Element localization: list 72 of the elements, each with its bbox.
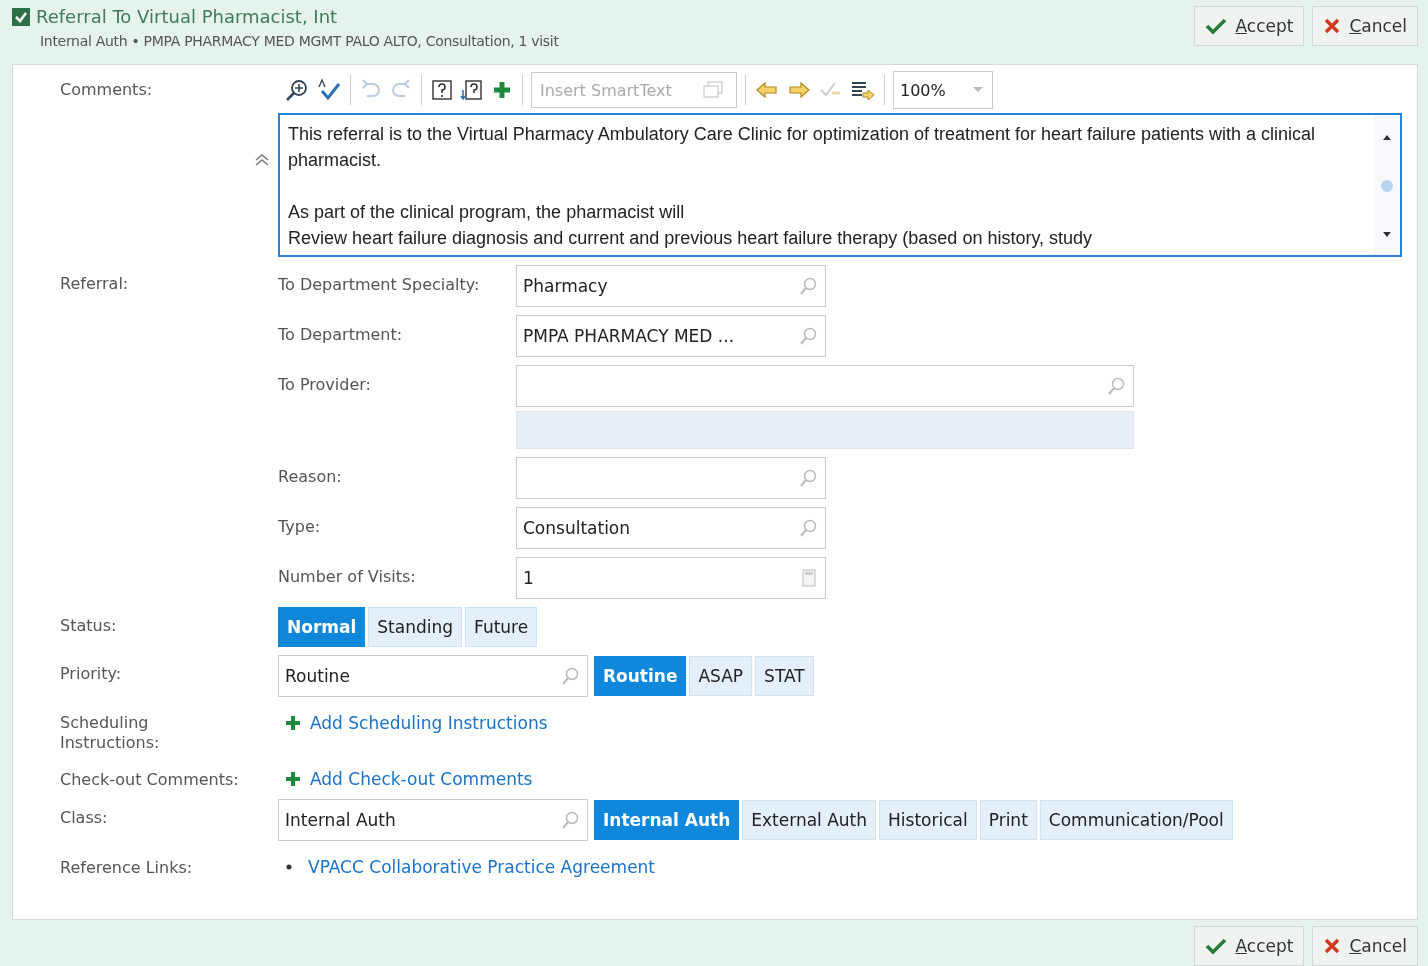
field-label: Reason: <box>278 466 343 488</box>
input-field[interactable]: 1 <box>516 557 826 599</box>
search-icon[interactable] <box>799 469 817 487</box>
field-label: Scheduling Instructions: <box>59 712 161 753</box>
class-toggle[interactable]: Internal Auth <box>594 800 740 840</box>
checkbox[interactable] <box>12 7 30 26</box>
field-label: Comments: <box>60 79 153 101</box>
field-label: Type: <box>278 516 322 538</box>
search-icon[interactable] <box>799 519 817 537</box>
caret-icon <box>972 86 984 94</box>
input-field[interactable]: Consultation <box>516 507 826 549</box>
field-label: To Department: <box>278 324 404 346</box>
field-label: To Provider: <box>278 374 372 396</box>
input-field[interactable] <box>516 457 826 499</box>
field-label: Status: <box>59 615 118 637</box>
collapse-icon[interactable] <box>254 153 270 167</box>
search-icon[interactable] <box>561 667 579 685</box>
help-field-icon[interactable] <box>430 78 454 102</box>
class-toggle[interactable]: Historical <box>879 800 977 840</box>
field-label: Check-out Comments: <box>59 769 240 791</box>
class-toggle[interactable]: External Auth <box>742 800 877 840</box>
scroll-thumb-icon[interactable] <box>1380 179 1394 193</box>
smarttext-field[interactable]: Insert SmartText <box>531 72 737 108</box>
comment-box[interactable]: This referral is to the Virtual Pharmacy Ambulatory Care Clinic for optimization of treatment for heart failure patients with a clinical pharmacist. As part of the clinical program, the pharmacist will Review heart failure diagnosis and current and previous heart failure therapy (based on history, study <box>278 113 1402 257</box>
input-field[interactable]: Pharmacy <box>516 265 826 307</box>
priority-toggle[interactable]: STAT <box>755 656 814 696</box>
zoom-dropdown[interactable]: 100% <box>893 71 993 109</box>
field-label: Number of Visits: <box>278 566 417 588</box>
spellcheck-icon[interactable] <box>316 78 342 102</box>
plus-icon <box>284 714 302 732</box>
close-icon <box>1323 937 1342 955</box>
scrollbar[interactable] <box>1374 115 1400 255</box>
field-label: Class: <box>59 807 109 829</box>
order-title: Referral To Virtual Pharmacist, Int <box>36 6 338 27</box>
search-icon[interactable] <box>1107 377 1125 395</box>
class-toggle[interactable]: Communication/Pool <box>1039 800 1233 840</box>
field-label: To Department Specialty: <box>278 274 481 296</box>
status-toggle[interactable]: Future <box>465 607 538 647</box>
status-toggle[interactable]: Standing <box>368 607 463 647</box>
help-list-icon[interactable] <box>460 78 484 102</box>
add-link[interactable]: Add Check-out Comments <box>278 761 533 789</box>
field-label: Referral: <box>59 273 130 295</box>
close-icon <box>1323 17 1342 35</box>
bullet-icon <box>286 864 292 870</box>
input-field[interactable]: Routine <box>278 655 588 697</box>
priority-toggle[interactable]: ASAP <box>689 656 753 696</box>
checkmark-icon <box>1205 17 1228 35</box>
checkmark-icon <box>1205 937 1228 955</box>
cancel-button[interactable]: Cancel <box>1312 926 1418 966</box>
field-label: Priority: <box>59 663 123 685</box>
windows-icon <box>702 80 724 100</box>
scroll-up-icon[interactable] <box>1382 133 1392 141</box>
input-field[interactable]: PMPA PHARMACY MED ... <box>516 315 826 357</box>
plus-icon <box>284 770 302 788</box>
reference-link[interactable]: VPACC Collaborative Practice Agreement <box>308 857 656 877</box>
accept-button[interactable]: Accept <box>1194 6 1305 46</box>
accept-button[interactable]: Accept <box>1194 926 1305 966</box>
zoom-in-icon[interactable] <box>284 78 310 102</box>
calculator-icon[interactable] <box>801 569 817 587</box>
add-link[interactable]: Add Scheduling Instructions <box>278 705 548 733</box>
cancel-button[interactable]: Cancel <box>1312 6 1418 46</box>
priority-toggle[interactable]: Routine <box>594 656 687 696</box>
class-toggle[interactable]: Print <box>979 800 1037 840</box>
order-summary: Internal Auth • PMPA PHARMACY MED MGMT PALO ALTO, Consultation, 1 visit <box>40 33 559 49</box>
search-icon[interactable] <box>799 277 817 295</box>
input-field[interactable]: Internal Auth <box>278 799 588 841</box>
status-toggle[interactable]: Normal <box>278 607 366 647</box>
input-field[interactable] <box>516 365 1134 407</box>
field-label: Reference Links: <box>59 857 194 879</box>
scroll-down-icon[interactable] <box>1382 231 1392 239</box>
search-icon[interactable] <box>561 811 579 829</box>
search-icon[interactable] <box>799 327 817 345</box>
